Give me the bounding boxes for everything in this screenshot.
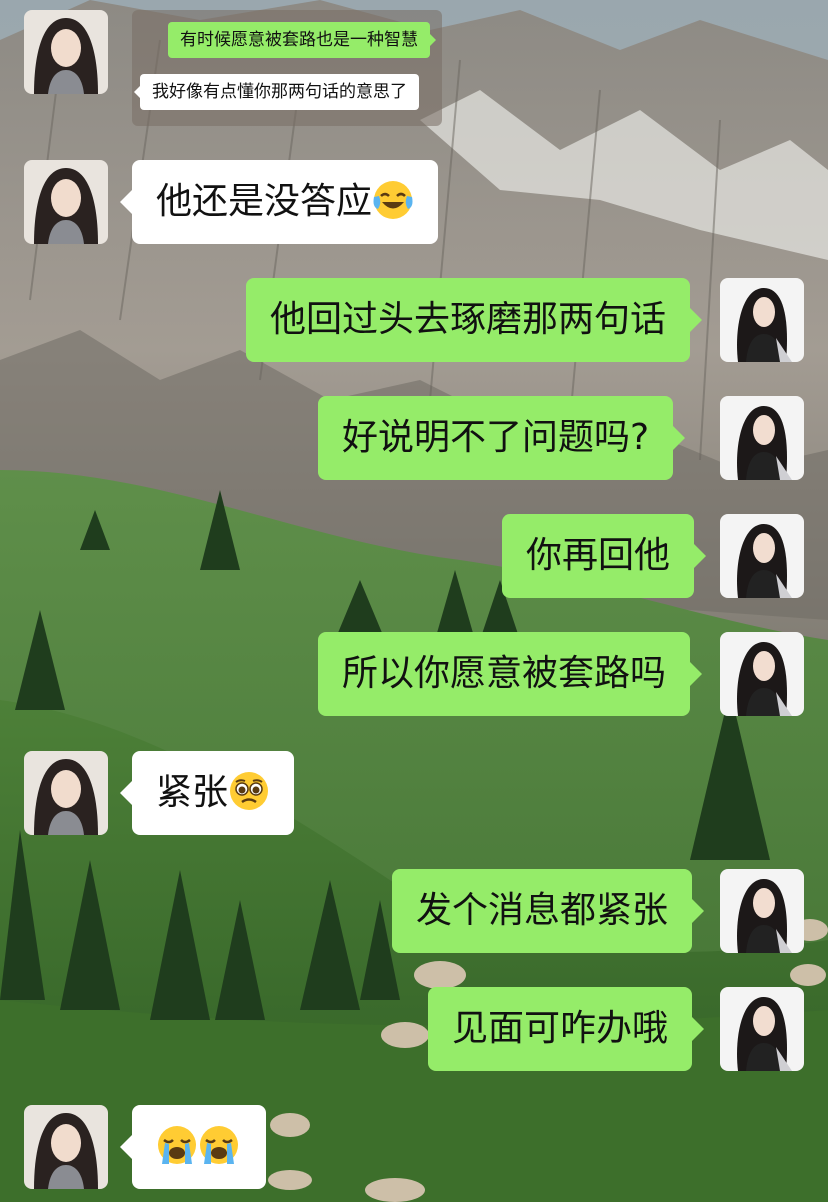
self-avatar[interactable] [720, 869, 804, 953]
sent-message-bubble[interactable]: 发个消息都紧张 [392, 869, 705, 953]
self-avatar[interactable] [720, 396, 804, 480]
sent-message-bubble[interactable]: 你再回他 [502, 514, 707, 598]
contact-avatar[interactable] [24, 10, 108, 94]
pleading-face-emoji-icon [230, 772, 269, 810]
self-avatar[interactable] [720, 987, 804, 1071]
self-avatar[interactable] [720, 278, 804, 362]
quoted-received-message: 我好像有点懂你那两句话的意思了 [134, 74, 419, 110]
message-text: 发个消息都紧张 [416, 890, 669, 931]
self-avatar[interactable] [720, 514, 804, 598]
sent-message-bubble[interactable]: 他回过头去琢磨那两句话 [246, 278, 703, 362]
message-text: 紧张 [156, 772, 229, 813]
received-message-bubble[interactable]: 他还是没答应 [119, 160, 439, 244]
tears-of-joy-emoji-icon [373, 181, 413, 219]
message-text: 好说明不了问题吗? [342, 417, 650, 458]
loudly-crying-emoji-icon [200, 1126, 238, 1164]
contact-avatar[interactable] [24, 751, 108, 835]
quoted-chat-screenshot: 有时候愿意被套路也是一种智慧 我好像有点懂你那两句话的意思了 [132, 10, 442, 126]
received-message-bubble[interactable] [120, 1105, 266, 1189]
contact-avatar[interactable] [24, 1105, 108, 1189]
sent-message-bubble[interactable]: 见面可咋办哦 [428, 987, 705, 1071]
sent-message-bubble[interactable]: 好说明不了问题吗? [318, 396, 686, 480]
message-text: 他回过头去琢磨那两句话 [270, 299, 667, 340]
self-avatar[interactable] [720, 632, 804, 716]
message-text: 他还是没答应 [156, 181, 373, 222]
message-text: 你再回他 [526, 535, 671, 576]
contact-avatar[interactable] [24, 160, 108, 244]
quoted-sent-message: 有时候愿意被套路也是一种智慧 [168, 22, 436, 58]
message-text: 所以你愿意被套路吗 [342, 653, 667, 694]
message-text: 见面可咋办哦 [452, 1008, 669, 1049]
sent-message-bubble[interactable]: 所以你愿意被套路吗 [318, 632, 703, 716]
loudly-crying-emoji-icon [158, 1126, 196, 1164]
received-message-bubble[interactable]: 紧张 [119, 751, 295, 835]
